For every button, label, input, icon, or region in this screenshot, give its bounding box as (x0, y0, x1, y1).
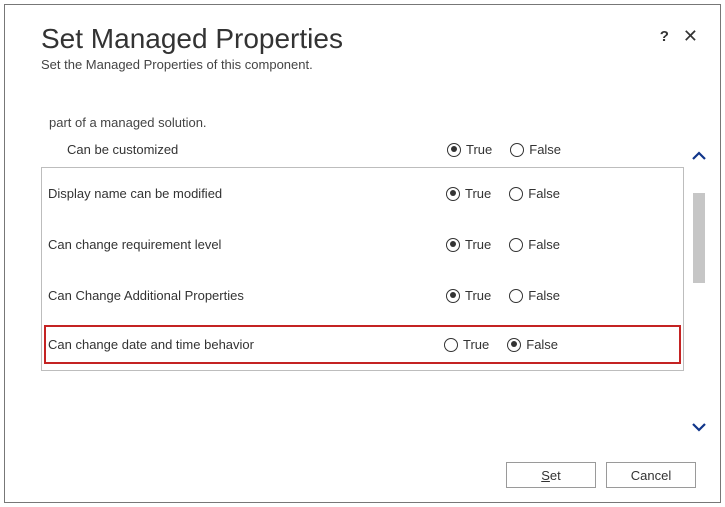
property-can-be-customized: Can be customized True False (67, 138, 684, 161)
cancel-button[interactable]: Cancel (606, 462, 696, 488)
cancel-label: Cancel (631, 468, 671, 483)
radio-group: True False (446, 237, 570, 252)
radio-label: False (528, 186, 560, 201)
radio-false[interactable]: False (509, 237, 560, 252)
dialog-title: Set Managed Properties (41, 23, 690, 55)
radio-label: False (528, 237, 560, 252)
property-label: Can change requirement level (48, 237, 446, 252)
radio-label: True (465, 186, 491, 201)
radio-group: True False (446, 186, 570, 201)
dialog-footer: Set Cancel (506, 462, 696, 488)
truncated-description: part of a managed solution. (49, 115, 684, 130)
radio-group: True False (444, 337, 568, 352)
radio-label: False (526, 337, 558, 352)
radio-indicator (446, 187, 460, 201)
radio-false[interactable]: False (509, 288, 560, 303)
radio-true[interactable]: True (446, 186, 491, 201)
dialog: Set Managed Properties Set the Managed P… (4, 4, 721, 503)
property-datetime-behavior: Can change date and time behavior True F… (48, 333, 675, 356)
radio-indicator (444, 338, 458, 352)
radio-label: True (465, 288, 491, 303)
property-label: Can be customized (67, 142, 447, 157)
radio-label: True (463, 337, 489, 352)
radio-indicator (509, 187, 523, 201)
property-label: Can Change Additional Properties (48, 288, 446, 303)
sub-properties-box: Display name can be modified True False (41, 167, 684, 371)
property-datetime-behavior-highlight: Can change date and time behavior True F… (44, 325, 681, 364)
radio-indicator (446, 289, 460, 303)
radio-true[interactable]: True (447, 142, 492, 157)
radio-indicator (509, 289, 523, 303)
property-display-name: Display name can be modified True False (42, 168, 683, 219)
property-additional-properties: Can Change Additional Properties True Fa… (42, 270, 683, 321)
close-icon[interactable]: ✕ (683, 27, 698, 45)
radio-true[interactable]: True (444, 337, 489, 352)
properties-panel: part of a managed solution. Can be custo… (41, 115, 684, 432)
dialog-subtitle: Set the Managed Properties of this compo… (41, 57, 690, 72)
help-icon[interactable]: ? (660, 28, 669, 45)
header-controls: ? ✕ (660, 27, 698, 45)
radio-group: True False (446, 288, 570, 303)
radio-indicator (447, 143, 461, 157)
scroll-down-icon[interactable] (690, 416, 708, 438)
radio-true[interactable]: True (446, 288, 491, 303)
property-label: Can change date and time behavior (48, 337, 444, 352)
property-requirement-level: Can change requirement level True False (42, 219, 683, 270)
property-label: Display name can be modified (48, 186, 446, 201)
radio-true[interactable]: True (446, 237, 491, 252)
scrollbar[interactable] (690, 115, 708, 432)
content-area: part of a managed solution. Can be custo… (41, 115, 708, 432)
radio-indicator (507, 338, 521, 352)
radio-group: True False (447, 142, 571, 157)
radio-label: True (465, 237, 491, 252)
set-accel: S (541, 468, 550, 483)
radio-label: True (466, 142, 492, 157)
scroll-thumb[interactable] (693, 193, 705, 283)
radio-indicator (509, 238, 523, 252)
scroll-up-icon[interactable] (690, 145, 708, 167)
set-rest: et (550, 468, 561, 483)
radio-false[interactable]: False (510, 142, 561, 157)
radio-label: False (528, 288, 560, 303)
radio-indicator (510, 143, 524, 157)
radio-false[interactable]: False (507, 337, 558, 352)
set-button[interactable]: Set (506, 462, 596, 488)
radio-label: False (529, 142, 561, 157)
dialog-header: Set Managed Properties Set the Managed P… (5, 5, 720, 78)
radio-indicator (446, 238, 460, 252)
radio-false[interactable]: False (509, 186, 560, 201)
